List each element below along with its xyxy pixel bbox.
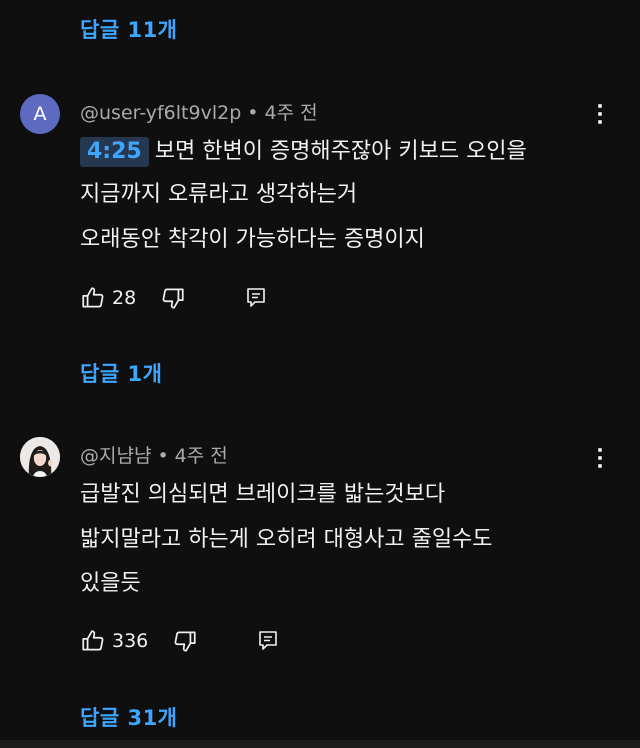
comment-text-line: 오래동안 착각이 가능하다는 증명이지 [80,227,425,252]
dislike-icon [174,631,196,652]
comment-actions: 28 [80,283,268,313]
comment-time: 4주 전 [264,102,318,124]
like-icon [82,287,104,308]
meta-separator: • [157,445,169,467]
comment-author[interactable]: @지냠냠 [80,441,151,468]
more-vert-icon[interactable] [588,100,612,128]
avatar-letter: A [33,103,47,125]
view-replies-button[interactable]: 답글 11개 [80,14,178,44]
comment-text-line: 4:25 보면 한변이 증명해주잖아 키보드 오인을 [80,137,527,167]
comment-text-line: 밟지말라고 하는게 오히려 대형사고 줄일수도 [80,527,493,552]
bottom-divider [0,740,640,748]
view-replies-button[interactable]: 답글 1개 [80,358,162,388]
comment-text-line: 급발진 의심되면 브레이크를 밟는것보다 [80,482,446,507]
reply-button[interactable] [256,629,280,653]
more-vert-icon[interactable] [588,444,612,472]
reply-icon [247,288,265,307]
view-replies-button[interactable]: 답글 31개 [80,702,178,732]
timestamp-link[interactable]: 4:25 [80,137,149,167]
comment-text-line: 지금까지 오류라고 생각하는거 [80,182,358,207]
dislike-button[interactable] [160,285,186,311]
like-button[interactable]: 336 [80,628,148,654]
like-icon [82,630,104,651]
meta-separator: • [247,102,259,124]
like-count: 336 [112,630,149,652]
comment-author[interactable]: @user-yf6lt9vl2p [80,102,241,124]
comment-meta: @user-yf6lt9vl2p • 4주 전 [80,98,318,125]
like-count: 28 [112,287,137,309]
comment-meta: @지냠냠 • 4주 전 [80,441,228,468]
comment-actions: 336 [80,626,280,656]
dislike-button[interactable] [172,628,198,654]
avatar-photo [20,437,60,477]
comment-time: 4주 전 [174,445,228,467]
avatar[interactable] [20,437,60,477]
like-button[interactable]: 28 [80,285,136,311]
reply-button[interactable] [244,286,268,310]
avatar[interactable]: A [20,94,60,134]
comment-text: 보면 한변이 증명해주잖아 키보드 오인을 [154,139,527,164]
dislike-icon [162,288,184,309]
reply-icon [259,631,278,650]
comment-text-line: 있을듯 [80,571,141,596]
